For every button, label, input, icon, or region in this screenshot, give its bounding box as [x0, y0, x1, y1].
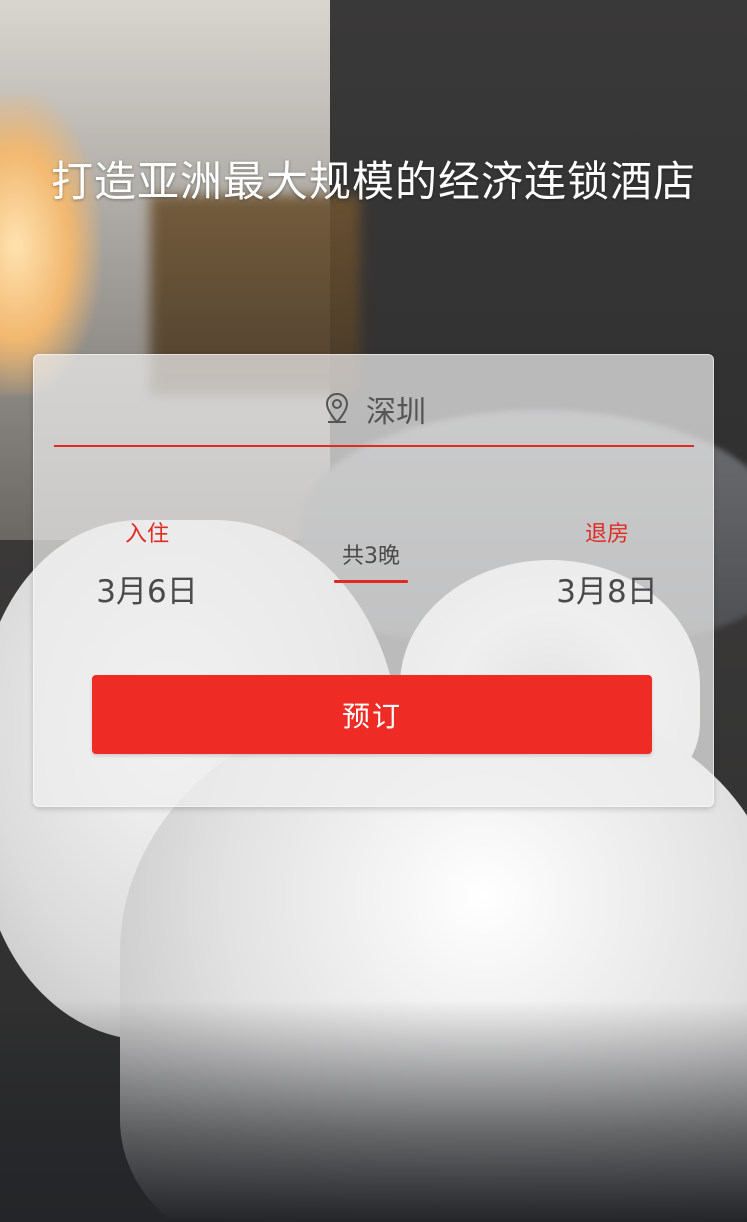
- nights-count: 共3晚: [334, 538, 408, 583]
- booking-card: 深圳 入住 3月6日 共3晚 退房 3月8日 预订: [33, 354, 714, 807]
- location-pin-icon: [325, 392, 349, 424]
- page-headline: 打造亚洲最大规模的经济连锁酒店: [50, 157, 696, 206]
- checkin-label: 入住: [124, 522, 169, 547]
- checkin-date-picker[interactable]: 入住 3月6日: [92, 516, 202, 611]
- checkout-date-picker[interactable]: 退房 3月8日: [552, 516, 662, 611]
- checkout-label: 退房: [584, 522, 629, 547]
- checkout-date: 3月8日: [556, 574, 658, 610]
- nights-text: 共3晚: [342, 544, 400, 569]
- lamp-glow: [0, 95, 100, 395]
- book-button[interactable]: 预订: [92, 675, 652, 754]
- bed-surface: [0, 1000, 747, 1222]
- checkin-date: 3月6日: [96, 574, 198, 610]
- city-selector[interactable]: 深圳: [54, 373, 694, 447]
- nights-underline: [334, 580, 408, 583]
- city-name: 深圳: [366, 395, 426, 430]
